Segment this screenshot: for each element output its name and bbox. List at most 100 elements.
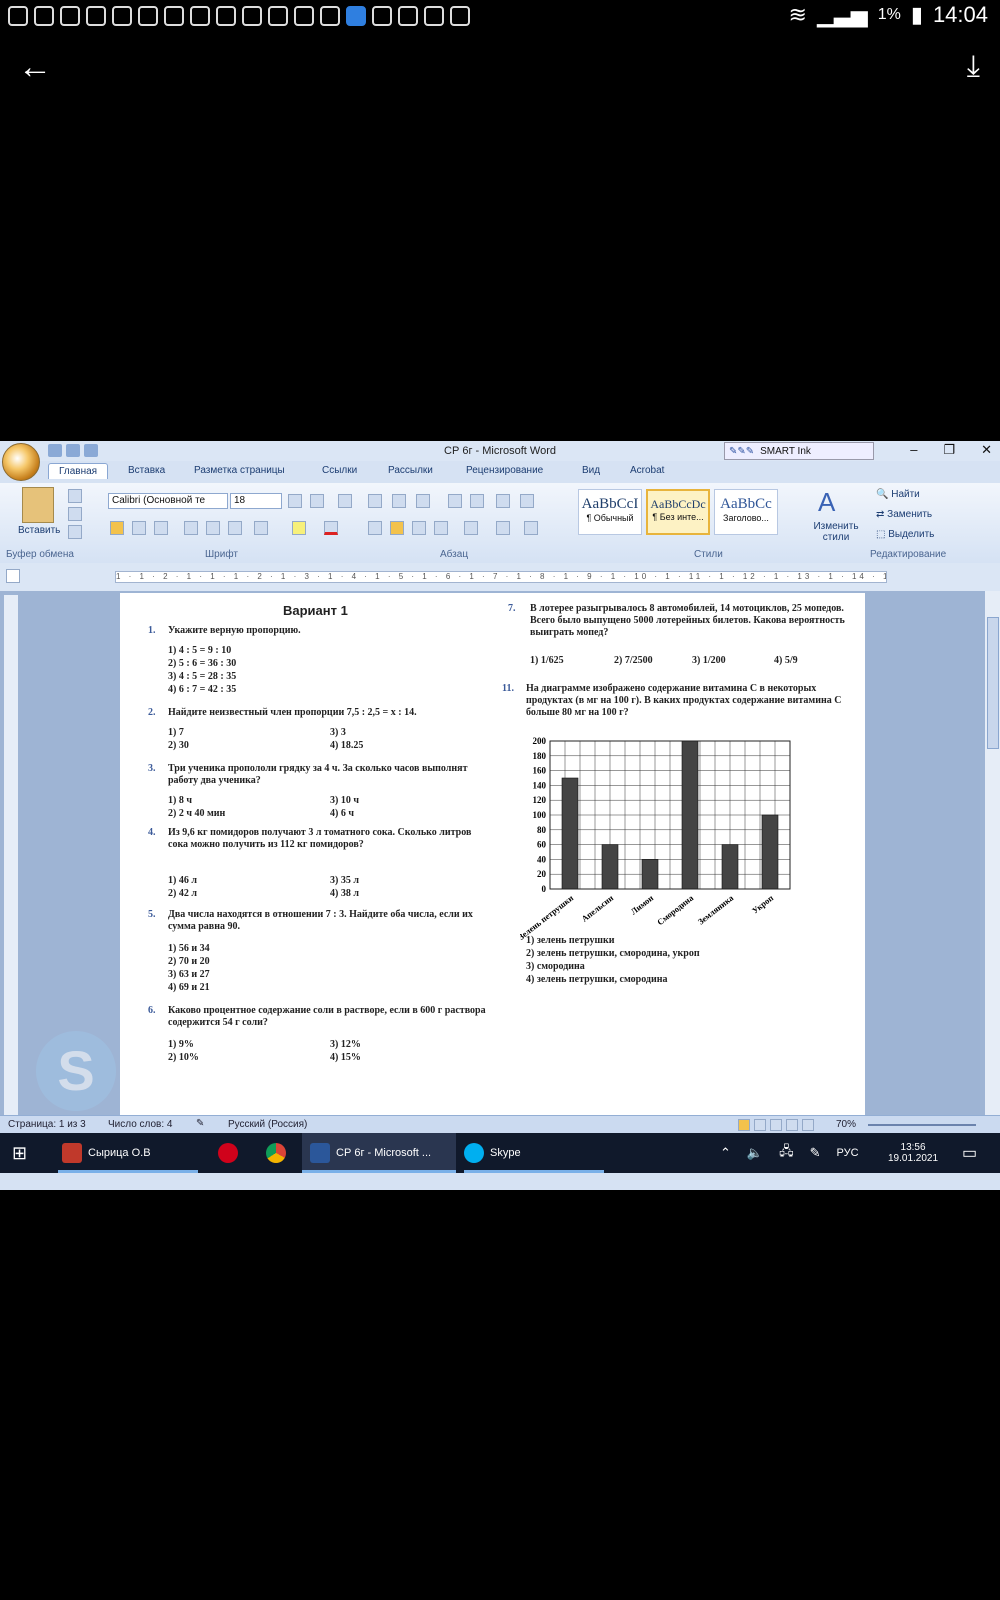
save-icon[interactable] xyxy=(48,444,62,457)
q7-opt-4: 4) 5/9 xyxy=(774,655,798,666)
paste-button[interactable]: Вставить xyxy=(18,525,60,536)
q4-opt-1: 1) 46 л xyxy=(168,875,197,886)
task-opera[interactable] xyxy=(218,1133,238,1173)
copy-icon[interactable] xyxy=(68,507,82,521)
change-styles-icon[interactable]: A xyxy=(818,487,835,518)
language-indicator[interactable]: Русский (Россия) xyxy=(228,1119,307,1130)
smart-ink-toolbar[interactable]: ✎✎✎ SMART Ink xyxy=(724,442,874,460)
tab-home[interactable]: Главная xyxy=(48,463,109,479)
taskbar-clock[interactable]: 13:56 19.01.2021 xyxy=(888,1133,938,1173)
y-tick-label: 60 xyxy=(537,840,547,850)
volume-icon[interactable]: 🔈 xyxy=(747,1145,763,1161)
q6-number: 6. xyxy=(148,1005,156,1016)
replace-button[interactable]: ⇄ Заменить xyxy=(876,509,932,520)
justify-icon[interactable] xyxy=(434,521,448,535)
shrink-font-icon[interactable] xyxy=(310,494,324,508)
document-page[interactable]: Вариант 1 1. Укажите верную пропорцию. 1… xyxy=(36,593,865,1115)
multilevel-list-icon[interactable] xyxy=(416,494,430,508)
start-button[interactable]: ⊞ xyxy=(12,1133,27,1173)
borders-icon[interactable] xyxy=(524,521,538,535)
q6-opt-4: 4) 15% xyxy=(330,1052,361,1063)
grow-font-icon[interactable] xyxy=(288,494,302,508)
pen-icon[interactable]: ✎ xyxy=(810,1145,821,1161)
change-styles-button[interactable]: Изменить стили xyxy=(808,521,864,543)
tab-page-layout[interactable]: Разметка страницы xyxy=(194,465,285,476)
style-no-spacing[interactable]: AaBbCcDc ¶ Без инте... xyxy=(646,489,710,535)
close-icon[interactable]: ✕ xyxy=(981,442,992,458)
scrollbar-thumb[interactable] xyxy=(987,617,999,749)
shading-icon[interactable] xyxy=(496,521,510,535)
format-painter-icon[interactable] xyxy=(68,525,82,539)
decrease-indent-icon[interactable] xyxy=(448,494,462,508)
tab-view[interactable]: Вид xyxy=(582,465,600,476)
restore-icon[interactable]: ❐ xyxy=(943,442,955,458)
align-left-icon[interactable] xyxy=(368,521,382,535)
vertical-scrollbar[interactable] xyxy=(985,591,1000,1115)
tab-acrobat[interactable]: Acrobat xyxy=(630,465,664,476)
network-icon[interactable]: 🖧 xyxy=(779,1142,794,1164)
align-center-icon[interactable] xyxy=(390,521,404,535)
clear-format-icon[interactable] xyxy=(338,494,352,508)
task-skype[interactable]: Skype xyxy=(464,1133,604,1173)
task-word[interactable]: СР 6г - Microsoft ... xyxy=(302,1133,456,1173)
select-button[interactable]: ⬚ Выделить xyxy=(876,529,934,540)
line-spacing-icon[interactable] xyxy=(464,521,478,535)
align-right-icon[interactable] xyxy=(412,521,426,535)
full-screen-icon[interactable] xyxy=(754,1119,766,1131)
bullets-icon[interactable] xyxy=(368,494,382,508)
tab-selector-icon[interactable] xyxy=(6,569,20,583)
zoom-slider[interactable] xyxy=(868,1124,976,1126)
underline-icon[interactable] xyxy=(154,521,168,535)
page-count[interactable]: Страница: 1 из 3 xyxy=(8,1119,86,1130)
strikethrough-icon[interactable] xyxy=(184,521,198,535)
web-layout-icon[interactable] xyxy=(770,1119,782,1131)
minimize-icon[interactable]: – xyxy=(910,442,917,458)
redo-icon[interactable] xyxy=(84,444,98,457)
q7-opt-1: 1) 1/625 xyxy=(530,655,564,666)
print-layout-icon[interactable] xyxy=(738,1119,750,1131)
task-user-folder[interactable]: Сырица О.В xyxy=(58,1133,202,1173)
tab-insert[interactable]: Вставка xyxy=(128,465,165,476)
draft-icon[interactable] xyxy=(802,1119,814,1131)
back-arrow-icon[interactable]: ← xyxy=(18,50,52,84)
q4-opt-2: 2) 42 л xyxy=(168,888,197,899)
bold-icon[interactable] xyxy=(110,521,124,535)
style-heading[interactable]: AaBbCc Заголово... xyxy=(714,489,778,535)
taskbar-time: 13:56 xyxy=(900,1142,926,1153)
undo-icon[interactable] xyxy=(66,444,80,457)
clipboard-icon[interactable] xyxy=(22,487,54,523)
proofing-icon[interactable]: ✎ xyxy=(196,1118,204,1129)
pilcrow-icon[interactable] xyxy=(520,494,534,508)
cut-icon[interactable] xyxy=(68,489,82,503)
subscript-icon[interactable] xyxy=(206,521,220,535)
superscript-icon[interactable] xyxy=(228,521,242,535)
outline-icon[interactable] xyxy=(786,1119,798,1131)
action-center-icon[interactable]: ▭ xyxy=(962,1133,977,1173)
smart-ink-tools-icon[interactable]: ✎✎✎ xyxy=(729,446,754,457)
task-chrome[interactable] xyxy=(266,1133,286,1173)
word-count[interactable]: Число слов: 4 xyxy=(108,1119,172,1130)
notification-icons xyxy=(8,6,470,26)
sort-icon[interactable] xyxy=(496,494,510,508)
font-size-select[interactable]: 18 xyxy=(230,493,282,509)
font-name-select[interactable]: Calibri (Основной те xyxy=(108,493,228,509)
chevron-up-icon[interactable]: ⌃ xyxy=(720,1145,731,1161)
input-language[interactable]: РУС xyxy=(837,1147,859,1159)
tab-review[interactable]: Рецензирование xyxy=(466,465,543,476)
youtube-notification-icon xyxy=(190,6,210,26)
zoom-level[interactable]: 70% xyxy=(836,1119,856,1130)
highlight-icon[interactable] xyxy=(292,521,306,535)
italic-icon[interactable] xyxy=(132,521,146,535)
tab-references[interactable]: Ссылки xyxy=(322,465,357,476)
download-icon[interactable]: ⤓ xyxy=(967,50,980,84)
style-normal[interactable]: AaBbCcI ¶ Обычный xyxy=(578,489,642,535)
find-button[interactable]: 🔍 Найти xyxy=(876,489,920,500)
skype-watermark-icon: S xyxy=(36,1031,116,1111)
tab-mailings[interactable]: Рассылки xyxy=(388,465,433,476)
ruler-scale[interactable]: 1 · 1 · 2 · 1 · 1 · 1 · 2 · 1 · 3 · 1 · … xyxy=(115,571,887,583)
font-color-icon[interactable] xyxy=(324,521,338,535)
change-case-icon[interactable] xyxy=(254,521,268,535)
numbering-icon[interactable] xyxy=(392,494,406,508)
x-tick-label: Лимон xyxy=(629,893,656,917)
increase-indent-icon[interactable] xyxy=(470,494,484,508)
